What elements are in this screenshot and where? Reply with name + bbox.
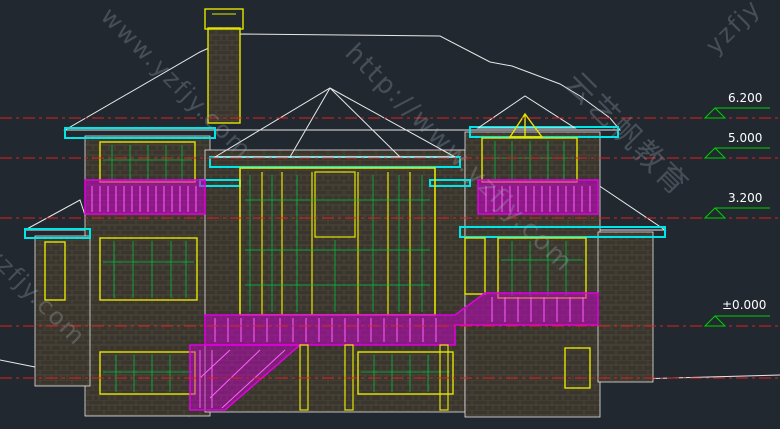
elevation-drawing: [0, 8, 780, 418]
left-balcony: [84, 179, 206, 215]
right-lower-wall: [597, 231, 654, 383]
lower-right-roof: [597, 184, 667, 231]
level-label-3200: 3.200: [728, 191, 763, 205]
right-balcony: [477, 179, 599, 215]
right-gable: [476, 95, 577, 129]
level-label-0000: ±0.000: [722, 298, 767, 312]
level-label-6200: 6.200: [728, 91, 763, 105]
main-roof: [63, 33, 622, 131]
turret-roof: [213, 87, 456, 158]
chimney: [204, 8, 244, 124]
lower-left-roof: [24, 199, 91, 231]
level-label-5000: 5.000: [728, 131, 763, 145]
left-lower-wall: [34, 235, 91, 387]
